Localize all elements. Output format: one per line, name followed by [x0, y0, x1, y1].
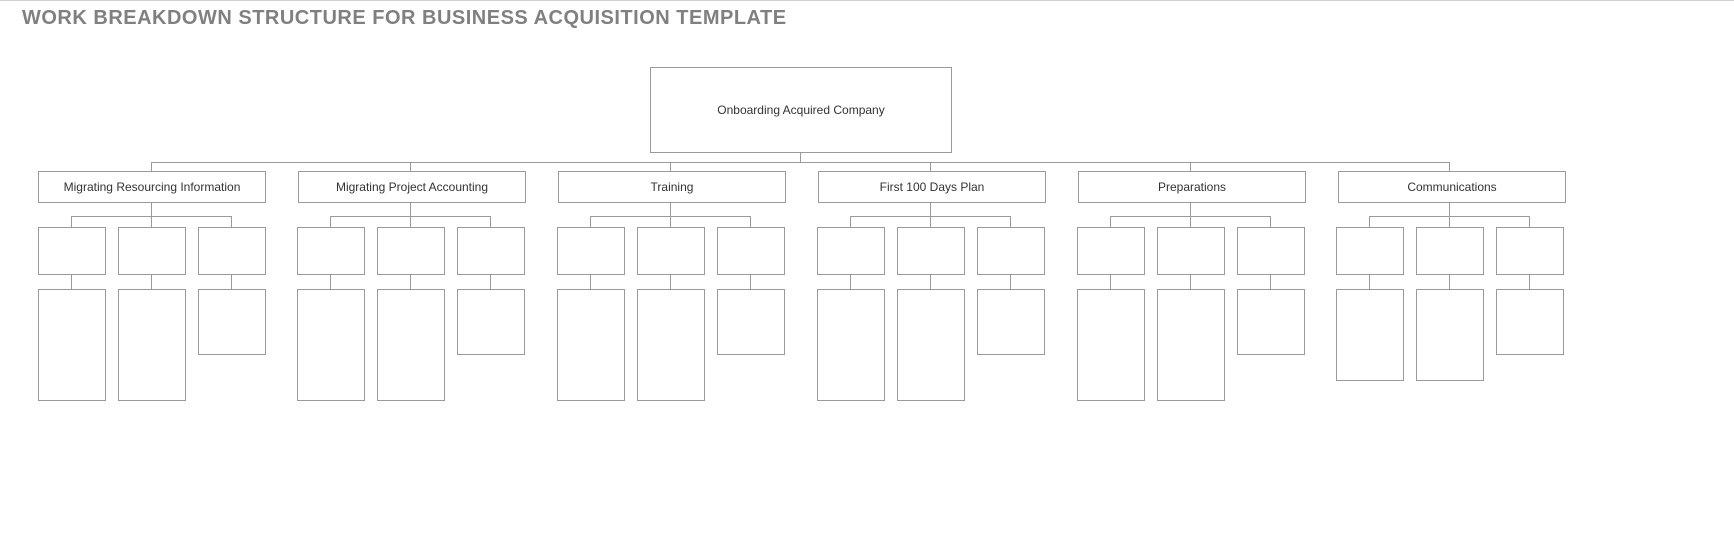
- connector: [1270, 274, 1271, 289]
- wbs-subtask-node: [1416, 289, 1484, 381]
- connector: [490, 216, 491, 227]
- connector: [231, 216, 232, 227]
- connector: [670, 274, 671, 289]
- connector: [930, 216, 931, 227]
- wbs-task-node: [637, 227, 705, 275]
- connector: [1110, 216, 1111, 227]
- wbs-task-node: [1336, 227, 1404, 275]
- wbs-subtask-node: [977, 289, 1045, 355]
- connector: [151, 162, 1449, 163]
- connector: [151, 202, 152, 216]
- wbs-task-node: [817, 227, 885, 275]
- wbs-task-node: [297, 227, 365, 275]
- wbs-category-node: Training: [558, 171, 786, 203]
- wbs-category-node: Migrating Resourcing Information: [38, 171, 266, 203]
- wbs-subtask-node: [457, 289, 525, 355]
- connector: [670, 216, 671, 227]
- connector: [1369, 274, 1370, 289]
- connector: [1529, 274, 1530, 289]
- connector: [850, 274, 851, 289]
- wbs-subtask-node: [198, 289, 266, 355]
- wbs-subtask-node: [1157, 289, 1225, 401]
- connector: [410, 274, 411, 289]
- connector: [151, 274, 152, 289]
- wbs-task-node: [118, 227, 186, 275]
- wbs-task-node: [1496, 227, 1564, 275]
- connector: [1190, 216, 1191, 227]
- wbs-task-node: [457, 227, 525, 275]
- connector: [1010, 216, 1011, 227]
- connector: [670, 202, 671, 216]
- connector: [1190, 274, 1191, 289]
- connector: [670, 162, 671, 171]
- connector: [410, 202, 411, 216]
- connector: [1369, 216, 1370, 227]
- wbs-subtask-node: [1336, 289, 1404, 381]
- wbs-task-node: [38, 227, 106, 275]
- wbs-subtask-node: [297, 289, 365, 401]
- connector: [1449, 162, 1450, 171]
- page-title: WORK BREAKDOWN STRUCTURE FOR BUSINESS AC…: [0, 1, 1734, 30]
- wbs-task-node: [717, 227, 785, 275]
- connector: [490, 274, 491, 289]
- wbs-task-node: [1077, 227, 1145, 275]
- connector: [1010, 274, 1011, 289]
- wbs-subtask-node: [1237, 289, 1305, 355]
- connector: [410, 216, 411, 227]
- wbs-task-node: [1157, 227, 1225, 275]
- wbs-category-node: Communications: [1338, 171, 1566, 203]
- wbs-task-node: [377, 227, 445, 275]
- connector: [330, 216, 331, 227]
- wbs-category-node: Preparations: [1078, 171, 1306, 203]
- wbs-task-node: [1416, 227, 1484, 275]
- wbs-subtask-node: [1077, 289, 1145, 401]
- connector: [590, 274, 591, 289]
- connector: [1449, 274, 1450, 289]
- wbs-subtask-node: [38, 289, 106, 401]
- connector: [1110, 274, 1111, 289]
- connector: [930, 274, 931, 289]
- wbs-subtask-node: [637, 289, 705, 401]
- connector: [231, 274, 232, 289]
- connector: [750, 216, 751, 227]
- wbs-category-node: Migrating Project Accounting: [298, 171, 526, 203]
- wbs-subtask-node: [118, 289, 186, 401]
- wbs-subtask-node: [717, 289, 785, 355]
- connector: [1190, 162, 1191, 171]
- connector: [800, 152, 801, 162]
- wbs-subtask-node: [817, 289, 885, 401]
- connector: [930, 202, 931, 216]
- connector: [410, 162, 411, 171]
- connector: [930, 162, 931, 171]
- wbs-task-node: [1237, 227, 1305, 275]
- connector: [330, 274, 331, 289]
- connector: [1529, 216, 1530, 227]
- wbs-root-node: Onboarding Acquired Company: [650, 67, 952, 153]
- connector: [1449, 202, 1450, 216]
- connector: [151, 162, 152, 171]
- connector: [71, 274, 72, 289]
- wbs-subtask-node: [1496, 289, 1564, 355]
- wbs-subtask-node: [377, 289, 445, 401]
- connector: [590, 216, 591, 227]
- connector: [850, 216, 851, 227]
- wbs-category-node: First 100 Days Plan: [818, 171, 1046, 203]
- connector: [1449, 216, 1450, 227]
- connector: [71, 216, 72, 227]
- connector: [1270, 216, 1271, 227]
- wbs-subtask-node: [897, 289, 965, 401]
- connector: [1190, 202, 1191, 216]
- connector: [750, 274, 751, 289]
- wbs-task-node: [198, 227, 266, 275]
- wbs-subtask-node: [557, 289, 625, 401]
- wbs-task-node: [977, 227, 1045, 275]
- wbs-task-node: [557, 227, 625, 275]
- connector: [151, 216, 152, 227]
- wbs-task-node: [897, 227, 965, 275]
